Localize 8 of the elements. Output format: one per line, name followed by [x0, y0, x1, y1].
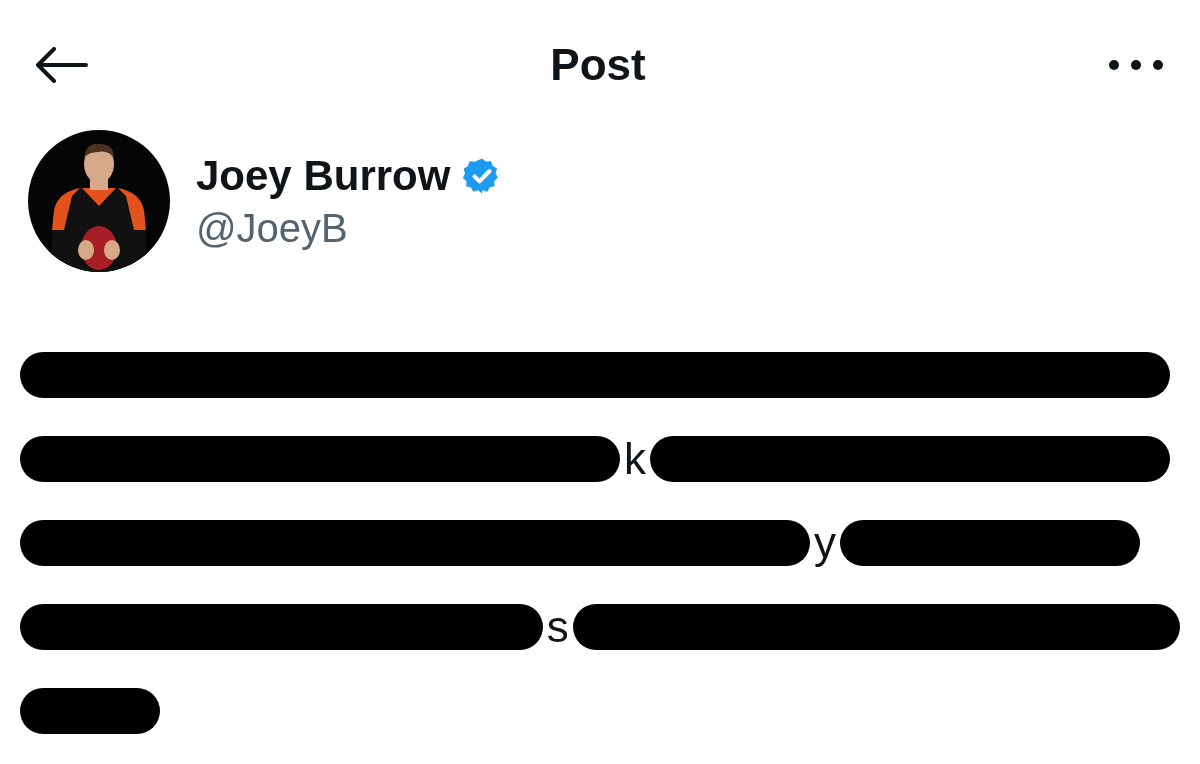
post-text: k [623, 434, 647, 484]
back-icon[interactable] [34, 47, 88, 83]
author-name[interactable]: Joey Burrow [196, 151, 451, 200]
post-text: s [545, 602, 570, 652]
post-text: y [813, 518, 837, 568]
author-handle[interactable]: @JoeyB [196, 205, 503, 251]
more-icon[interactable] [1108, 59, 1164, 71]
page-title: Post [550, 40, 646, 90]
